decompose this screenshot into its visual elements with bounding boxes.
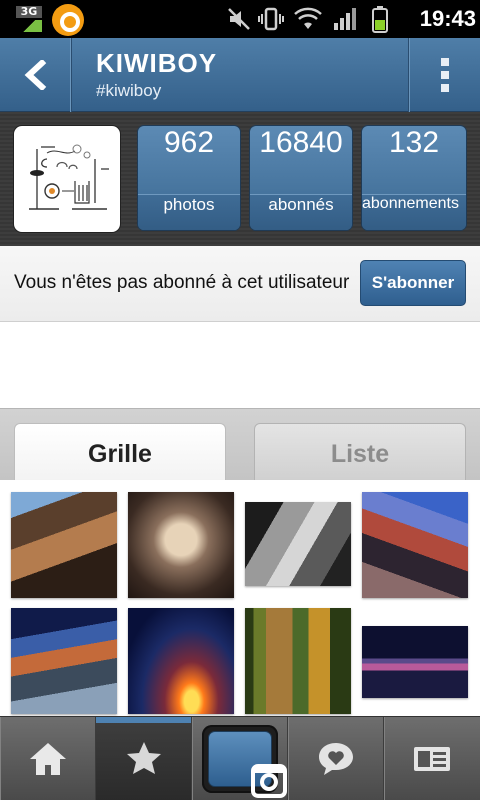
photo-thumbnail[interactable] <box>245 608 351 714</box>
nav-popular[interactable] <box>96 717 192 800</box>
follow-button[interactable]: S'abonner <box>360 260 466 306</box>
avatar-drawing <box>17 129 117 229</box>
status-time: 19:43 <box>419 6 476 31</box>
page-title: KIWIBOY <box>96 48 218 78</box>
stat-photos-value: 962 <box>163 126 215 159</box>
stat-photos-label: photos <box>138 194 240 230</box>
camera-button[interactable] <box>202 725 287 798</box>
avatar[interactable] <box>14 126 120 232</box>
network-3g-icon: 3G <box>16 6 42 32</box>
stat-following[interactable]: 132 abonnements <box>362 126 466 230</box>
notification-app-icon <box>52 4 84 36</box>
network-type-label: 3G <box>16 6 42 18</box>
empty-area <box>0 322 480 408</box>
view-tabs: Grille Liste <box>0 408 480 481</box>
photo-thumbnail[interactable] <box>362 492 468 598</box>
status-bar: 3G 19:43 <box>0 0 480 38</box>
not-following-message: Vous n'êtes pas abonné à cet utilisateur <box>14 272 350 293</box>
home-icon <box>30 743 66 775</box>
profile-header: KIWIBOY #kiwiboy <box>0 38 480 112</box>
photo-thumbnail[interactable] <box>11 492 117 598</box>
title-block: KIWIBOY #kiwiboy <box>96 48 396 108</box>
follow-bar: Vous n'êtes pas abonné à cet utilisateur… <box>0 246 480 322</box>
stat-following-value: 132 <box>388 126 440 159</box>
bottom-nav <box>0 716 480 800</box>
wifi-icon <box>293 6 323 32</box>
stat-following-label: abonnements <box>362 194 466 230</box>
mute-icon <box>226 6 252 32</box>
stat-followers[interactable]: 16840 abonnés <box>250 126 352 230</box>
vibrate-icon <box>258 6 284 32</box>
photo-thumbnail[interactable] <box>128 608 234 714</box>
photo-thumbnail[interactable] <box>245 502 351 586</box>
nav-camera[interactable] <box>192 717 288 800</box>
stat-followers-label: abonnés <box>250 194 352 230</box>
overflow-menu-button[interactable] <box>408 38 480 112</box>
stat-photos[interactable]: 962 photos <box>138 126 240 230</box>
nav-profile[interactable] <box>384 717 480 800</box>
back-button[interactable] <box>0 38 72 112</box>
stat-followers-value: 16840 <box>259 126 343 159</box>
app-screen: 3G 19:43 KIWIBOY #kiwiboy 962 photos 168… <box>0 0 480 800</box>
page-subtitle: #kiwiboy <box>96 81 162 100</box>
photo-grid <box>0 480 480 716</box>
photo-thumbnail[interactable] <box>11 608 117 714</box>
photo-thumbnail[interactable] <box>362 626 468 698</box>
profile-summary: 962 photos 16840 abonnés 132 abonnements <box>0 112 480 246</box>
battery-icon <box>372 6 388 33</box>
signal-icon <box>333 6 359 32</box>
photo-thumbnail[interactable] <box>128 492 234 598</box>
back-arrow-icon <box>24 60 47 90</box>
profile-card-icon <box>414 747 450 771</box>
nav-home[interactable] <box>0 717 96 800</box>
tab-grid[interactable]: Grille <box>14 423 226 481</box>
heart-bubble-icon <box>319 743 353 775</box>
nav-news[interactable] <box>288 717 384 800</box>
star-icon <box>127 742 161 774</box>
tab-list[interactable]: Liste <box>254 423 466 481</box>
